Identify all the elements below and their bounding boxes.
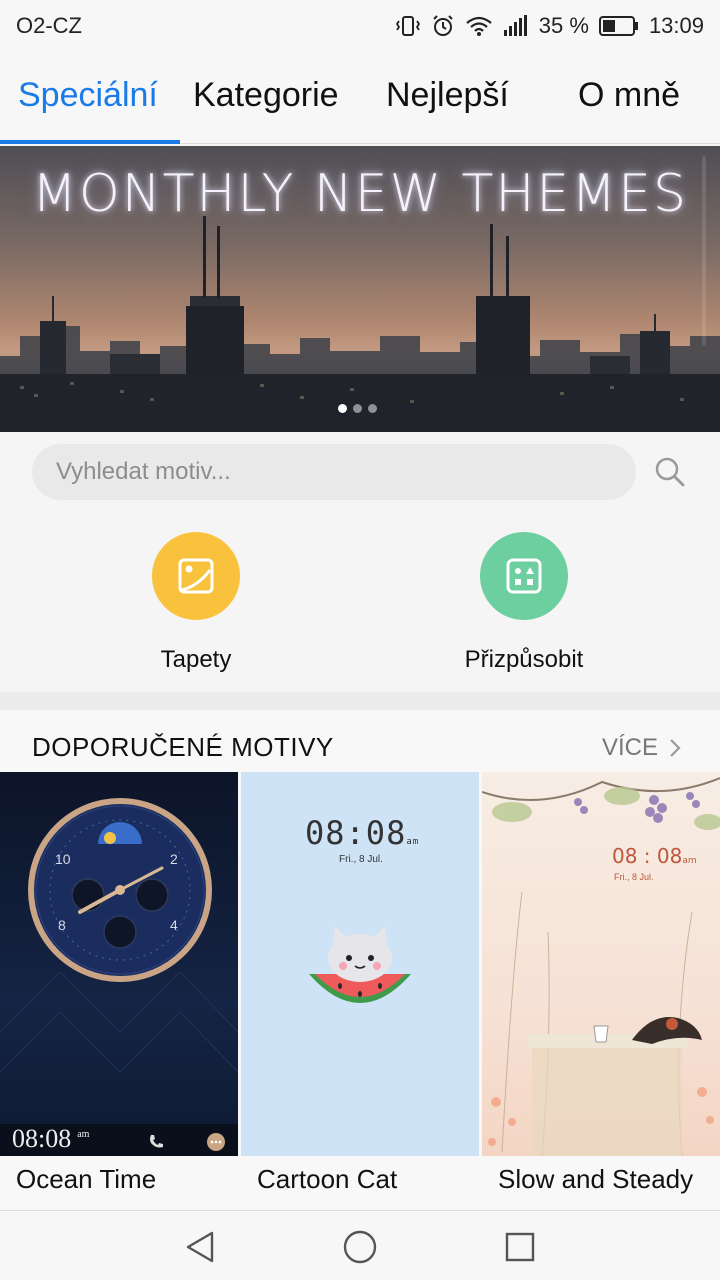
wallpapers-shortcut[interactable]: Tapety bbox=[106, 532, 286, 674]
banner-scroll-indicator bbox=[702, 156, 706, 346]
customize-icon bbox=[480, 532, 568, 620]
carrier-label: O2-CZ bbox=[16, 13, 82, 38]
back-button[interactable] bbox=[180, 1227, 220, 1267]
image-icon bbox=[152, 532, 240, 620]
theme-name: Cartoon Cat bbox=[257, 1164, 398, 1194]
pagination-dot[interactable] bbox=[353, 404, 362, 413]
vibrate-icon bbox=[395, 16, 420, 36]
phone-icon bbox=[150, 1135, 163, 1148]
theme-card[interactable]: 08 : 08am Fri., 8 Jul. Slow and Steady bbox=[482, 772, 720, 1212]
customize-label: Přizpůsobit bbox=[464, 646, 584, 673]
home-button[interactable] bbox=[340, 1227, 380, 1267]
battery-percent: 35 % bbox=[538, 13, 589, 38]
theme-name: Ocean Time bbox=[16, 1164, 157, 1194]
customize-shortcut[interactable]: Přizpůsobit bbox=[434, 532, 614, 674]
theme-date: Fri., 8 Jul. bbox=[339, 854, 383, 865]
more-label: VÍCE bbox=[601, 734, 658, 761]
search-bar bbox=[32, 444, 636, 500]
city-skyline-image bbox=[0, 216, 720, 432]
top-tabs: Speciální Kategorie Nejlepší O mně bbox=[0, 52, 720, 144]
pagination-dot[interactable] bbox=[368, 404, 377, 413]
svg-text:8: 8 bbox=[58, 917, 66, 933]
status-icons: 35 % 13:09 bbox=[395, 13, 704, 39]
floral-swallow-image bbox=[482, 777, 720, 1156]
theme-preview: 08:08am Fri., 8 Jul. bbox=[241, 772, 479, 1156]
status-bar: O2-CZ 35 % 13:09 bbox=[0, 0, 720, 52]
banner-pagination bbox=[338, 404, 377, 413]
theme-clock: 08:08am bbox=[12, 1124, 90, 1153]
recommended-themes-section: DOPORUČENÉ MOTIVY VÍCE 10 2 8 4 08:08 am… bbox=[0, 710, 720, 1210]
theme-card[interactable]: 10 2 8 4 08:08 am Ocean Time bbox=[0, 772, 238, 1212]
chevron-right-icon bbox=[670, 739, 681, 757]
battery-icon bbox=[598, 16, 638, 36]
clock: 13:09 bbox=[648, 13, 704, 38]
watch-face-image: 10 2 8 4 bbox=[0, 798, 238, 1156]
theme-name: Slow and Steady bbox=[498, 1164, 694, 1194]
tab-nejlepsi[interactable]: Nejlepší bbox=[386, 76, 509, 115]
theme-clock: 08:08am bbox=[305, 814, 420, 852]
tab-kategorie[interactable]: Kategorie bbox=[193, 76, 339, 115]
message-icon bbox=[207, 1133, 225, 1151]
theme-preview: 08 : 08am Fri., 8 Jul. bbox=[482, 772, 720, 1156]
theme-card[interactable]: 08:08am Fri., 8 Jul. Cartoon Cat bbox=[241, 772, 479, 1212]
section-title: DOPORUČENÉ MOTIVY bbox=[32, 732, 334, 762]
cat-in-watermelon-image bbox=[309, 926, 411, 1003]
wallpapers-label: Tapety bbox=[160, 646, 232, 673]
active-tab-indicator bbox=[0, 140, 180, 144]
search-icon[interactable] bbox=[652, 454, 688, 490]
alarm-icon bbox=[433, 15, 453, 36]
signal-icon bbox=[503, 15, 527, 36]
svg-text:10: 10 bbox=[55, 851, 71, 867]
promo-banner[interactable]: MONTHLY NEW THEMES bbox=[0, 146, 720, 432]
wifi-icon bbox=[466, 16, 492, 36]
more-link[interactable]: VÍCE bbox=[602, 734, 682, 762]
back-icon bbox=[186, 1231, 214, 1263]
section-divider bbox=[0, 692, 720, 710]
home-icon bbox=[343, 1230, 377, 1264]
system-navigation-bar bbox=[0, 1210, 720, 1280]
theme-date: Fri., 8 Jul. bbox=[614, 872, 654, 882]
svg-text:4: 4 bbox=[170, 917, 178, 933]
recents-icon bbox=[505, 1232, 535, 1262]
tab-o-mne[interactable]: O mně bbox=[578, 76, 680, 115]
pagination-dot[interactable] bbox=[338, 404, 347, 413]
theme-preview: 10 2 8 4 08:08 am bbox=[0, 772, 238, 1156]
tab-specialni[interactable]: Speciální bbox=[18, 76, 158, 115]
theme-clock: 08 : 08am bbox=[612, 844, 697, 868]
recents-button[interactable] bbox=[500, 1227, 540, 1267]
search-input[interactable] bbox=[32, 444, 636, 500]
svg-text:2: 2 bbox=[170, 851, 178, 867]
